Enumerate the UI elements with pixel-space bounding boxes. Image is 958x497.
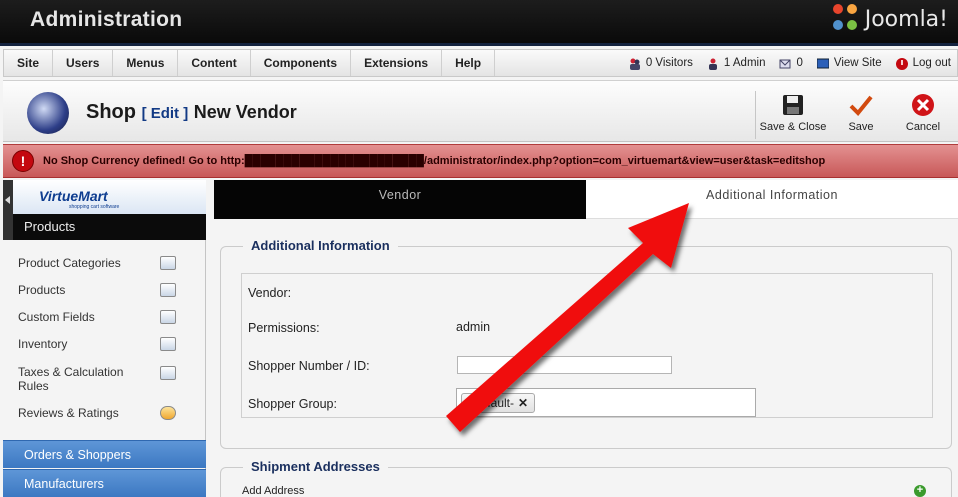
main-content: Vendor Additional Information Additional…: [214, 180, 958, 497]
camera-icon: [160, 283, 176, 297]
additional-information-fieldset: Additional Information Vendor: Permissio…: [220, 238, 952, 449]
toolbar: Shop [ Edit ] New Vendor Save & Close Sa…: [3, 80, 958, 142]
save-label: Save: [848, 121, 874, 133]
page-title-edit: [ Edit ]: [141, 105, 189, 122]
menu-components[interactable]: Components: [251, 50, 352, 76]
add-address-link[interactable]: Add Address: [242, 485, 304, 497]
shipment-addresses-legend: Shipment Addresses: [243, 459, 388, 474]
sidebar-item-products[interactable]: Products: [3, 277, 206, 304]
view-site-label: View Site: [833, 57, 882, 69]
folder-icon: [160, 256, 176, 270]
permissions-value: admin: [456, 320, 491, 334]
menu-extensions[interactable]: Extensions: [351, 50, 443, 76]
main-menu: Site Users Menus Content Components Exte…: [3, 49, 958, 77]
sidebar-item-inventory[interactable]: Inventory: [3, 331, 206, 358]
menu-users[interactable]: Users: [53, 50, 114, 76]
shopper-group-label: Shopper Group:: [248, 397, 337, 411]
sidebar-item-label: Custom Fields: [18, 310, 95, 324]
shopper-number-label: Shopper Number / ID:: [248, 359, 370, 373]
shopper-group-value: -Default-: [468, 396, 515, 410]
shopper-number-input[interactable]: [457, 356, 672, 374]
sidebar-section-manufacturers[interactable]: Manufacturers: [3, 469, 206, 497]
sidebar-item-reviews[interactable]: Reviews & Ratings: [3, 400, 206, 427]
additional-information-legend: Additional Information: [243, 238, 398, 253]
sidebar-item-label: Inventory: [18, 337, 68, 351]
permissions-label: Permissions:: [248, 321, 320, 335]
sidebar-item-label: Taxes & Calculation Rules: [18, 365, 124, 393]
visitors-count: 0 Visitors: [645, 57, 693, 69]
save-close-label: Save & Close: [759, 121, 827, 133]
add-address-icon[interactable]: +: [914, 485, 926, 497]
page-title-sub: New Vendor: [193, 102, 297, 122]
header-title: Administration: [30, 8, 183, 31]
messages-count: 0: [796, 57, 803, 69]
cancel-button[interactable]: Cancel: [892, 91, 954, 139]
page-title: Shop [ Edit ] New Vendor: [86, 101, 297, 124]
virtuemart-logo[interactable]: VirtueMart shopping cart software: [13, 180, 206, 214]
menu-site[interactable]: Site: [4, 50, 54, 76]
speech-bubble-icon: [160, 406, 176, 420]
document-edit-icon: [160, 310, 176, 324]
additional-information-box: Vendor: Permissions: admin Shopper Numbe…: [241, 273, 933, 418]
messages-status[interactable]: 0: [779, 50, 803, 77]
menu-menus[interactable]: Menus: [113, 50, 179, 76]
save-close-button[interactable]: Save & Close: [756, 91, 830, 139]
status-bar: 0 Visitors 1 Admin 0 View Site Log out: [629, 50, 951, 77]
error-message: No Shop Currency defined! Go to http:███…: [43, 155, 826, 167]
sidebar-products-list: Product Categories Products Custom Field…: [3, 250, 206, 427]
sidebar-collapse-handle[interactable]: [3, 180, 13, 240]
sidebar-item-label: Product Categories: [18, 256, 121, 270]
calculator-icon: [160, 366, 176, 380]
sidebar-section-orders[interactable]: Orders & Shoppers: [3, 440, 206, 468]
vendor-label: Vendor:: [248, 286, 292, 300]
floppy-disk-icon: [783, 95, 803, 115]
menu-content[interactable]: Content: [178, 50, 251, 76]
remove-chip-icon[interactable]: ✕: [518, 396, 528, 410]
shop-logo-icon: [27, 92, 69, 134]
toolbar-buttons: Save & Close Save Cancel: [755, 91, 954, 139]
sidebar-active-section[interactable]: Products: [13, 214, 206, 240]
admins-status: 1 Admin: [707, 50, 766, 77]
save-button[interactable]: Save: [830, 91, 892, 139]
users-icon: [629, 58, 640, 70]
admin-icon: [708, 58, 717, 70]
joomla-brand-text: Joomla!: [864, 6, 948, 32]
tab-additional-information[interactable]: Additional Information: [586, 180, 958, 219]
sidebar-item-product-categories[interactable]: Product Categories: [3, 250, 206, 277]
sidebar: VirtueMart shopping cart software Produc…: [3, 180, 206, 497]
shopper-group-chip[interactable]: -Default- ✕: [461, 393, 536, 413]
visitors-status: 0 Visitors: [629, 50, 693, 77]
admin-header: Administration Joomla!: [0, 0, 958, 46]
sidebar-item-label: Reviews & Ratings: [18, 406, 119, 420]
messages-icon: [779, 59, 791, 68]
sidebar-item-taxes[interactable]: Taxes & Calculation Rules: [3, 358, 206, 400]
virtuemart-logo-tagline: shopping cart software: [69, 204, 120, 210]
logout-icon: [895, 57, 908, 70]
virtuemart-logo-text: VirtueMart: [39, 188, 108, 204]
joomla-logo-icon: [832, 4, 859, 34]
tab-vendor[interactable]: Vendor: [214, 180, 586, 219]
sidebar-item-label: Products: [18, 283, 66, 297]
checkmark-icon: [849, 95, 873, 116]
view-site-link[interactable]: View Site: [816, 50, 882, 77]
monitor-icon: [816, 58, 829, 68]
sidebar-item-custom-fields[interactable]: Custom Fields: [3, 304, 206, 331]
error-message-bar: ! No Shop Currency defined! Go to http:█…: [3, 144, 958, 178]
menu-help[interactable]: Help: [442, 50, 496, 76]
joomla-logo[interactable]: Joomla!: [832, 4, 948, 34]
inventory-chart-icon: [160, 337, 176, 351]
cancel-icon: [912, 94, 934, 116]
error-icon: !: [12, 150, 34, 172]
shopper-group-select[interactable]: -Default- ✕: [456, 388, 756, 417]
shipment-addresses-fieldset: Shipment Addresses: [220, 459, 952, 497]
page-title-main: Shop: [86, 101, 136, 123]
logout-link[interactable]: Log out: [895, 50, 951, 77]
cancel-label: Cancel: [905, 121, 941, 133]
admins-count: 1 Admin: [723, 57, 766, 69]
logout-label: Log out: [912, 57, 951, 69]
